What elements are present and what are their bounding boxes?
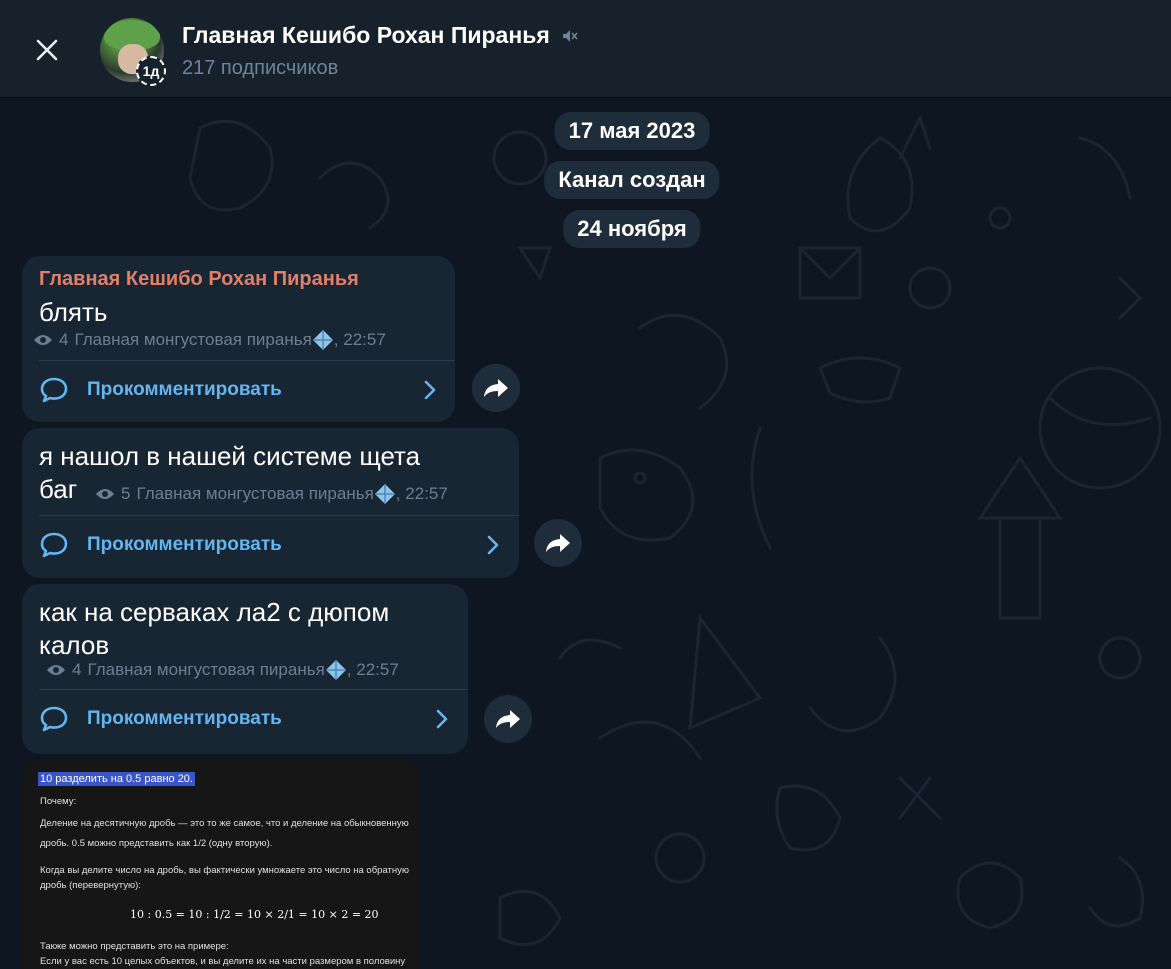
comment-label: Прокомментировать (87, 534, 282, 555)
close-icon (36, 39, 58, 61)
comment-label: Прокомментировать (87, 708, 282, 729)
muted-speaker-icon (562, 29, 578, 42)
photo-text-line: Деление на десятичную дробь — это то же … (40, 818, 409, 829)
diamond-emoji-icon (312, 330, 333, 350)
post-sender-name[interactable]: Главная Кешибо Рохан Пиранья (39, 268, 359, 291)
chevron-right-icon (424, 380, 436, 400)
comment-bubble-icon (40, 532, 68, 558)
post-meta: 5 Главная монгустовая пиранья , 22:57 (95, 483, 448, 505)
channel-post[interactable]: как на серваках ла2 с дюпом калов 4 Глав… (22, 584, 468, 754)
post-meta: 4 Главная монгустовая пиранья , 22:57 (33, 329, 386, 351)
photo-text-line: дробь. 0.5 можно представить как 1/2 (од… (40, 838, 273, 849)
post-text-line-1: я нашол в нашей системе щета (39, 441, 421, 471)
post-signature: Главная монгустовая пиранья (74, 330, 312, 349)
chevron-right-icon (487, 535, 499, 555)
eye-icon (34, 335, 52, 345)
comment-label: Прокомментировать (87, 379, 282, 400)
comment-bubble-icon (40, 377, 68, 403)
comment-button[interactable]: Прокомментировать (39, 515, 519, 574)
channel-title: Главная Кешибо Рохан Пиранья (182, 22, 550, 48)
view-count: 4 (59, 330, 69, 349)
post-signature: Главная монгустовая пиранья (87, 660, 325, 679)
diamond-emoji-icon (325, 660, 346, 680)
comment-button[interactable]: Прокомментировать (39, 689, 468, 748)
share-arrow-icon (496, 710, 520, 728)
photo-highlighted-text: 10 разделить на 0.5 равно 20. (38, 772, 195, 786)
close-button[interactable] (30, 33, 64, 67)
post-signature: Главная монгустовая пиранья (136, 484, 374, 503)
date-separator: 24 ноября (563, 210, 701, 248)
share-arrow-icon (484, 379, 508, 397)
service-message: Канал создан (544, 161, 720, 199)
photo-text-line: Если у вас есть 10 целых объектов, и вы … (40, 956, 406, 967)
post-text-line-2: калов (39, 630, 110, 660)
post-text: блять (39, 297, 108, 327)
chevron-right-icon (436, 709, 448, 729)
share-button[interactable] (472, 364, 520, 412)
channel-post[interactable]: Главная Кешибо Рохан Пиранья блять 4 Гла… (22, 256, 455, 422)
chat-header: 1д Главная Кешибо Рохан Пиранья 217 подп… (0, 0, 1171, 98)
eye-icon (47, 665, 65, 675)
photo-formula: 10 : 0.5 = 10 : 1/2 = 10 × 2/1 = 10 × 2 … (130, 908, 379, 921)
eye-icon (96, 489, 114, 499)
auto-delete-timer-badge: 1д (136, 56, 166, 86)
comment-bubble-icon (40, 706, 68, 732)
share-button[interactable] (484, 695, 532, 743)
channel-post[interactable]: я нашол в нашей системе щета баг 5 Главн… (22, 428, 519, 578)
diamond-emoji-icon (374, 484, 395, 504)
view-count: 4 (72, 660, 82, 679)
photo-text-line: Также можно представить это на примере: (40, 941, 229, 952)
subscriber-count: 217 подписчиков (182, 57, 339, 79)
post-time: 22:57 (356, 660, 399, 679)
post-time: 22:57 (343, 330, 386, 349)
chat-area[interactable]: 17 мая 2023 Канал создан 24 ноября Главн… (0, 98, 1171, 969)
view-count: 5 (121, 484, 131, 503)
date-separator: 17 мая 2023 (554, 112, 710, 150)
channel-avatar-wrap[interactable]: 1д (100, 18, 166, 86)
post-text-line-2: баг (39, 474, 78, 504)
comment-button[interactable]: Прокомментировать (39, 360, 455, 419)
post-meta: 4 Главная монгустовая пиранья , 22:57 (46, 659, 399, 681)
photo-text-line: Когда вы делите число на дробь, вы факти… (40, 865, 409, 876)
channel-title-row[interactable]: Главная Кешибо Рохан Пиранья (182, 22, 578, 49)
share-arrow-icon (546, 534, 570, 552)
post-text-line-1: как на серваках ла2 с дюпом (39, 597, 390, 627)
post-time: 22:57 (405, 484, 448, 503)
photo-text-line: Почему: (40, 796, 77, 807)
share-button[interactable] (534, 519, 582, 567)
photo-text-line: дробь (перевернутую): (40, 880, 141, 891)
photo-post[interactable]: 10 разделить на 0.5 равно 20. Почему: Де… (22, 760, 420, 969)
